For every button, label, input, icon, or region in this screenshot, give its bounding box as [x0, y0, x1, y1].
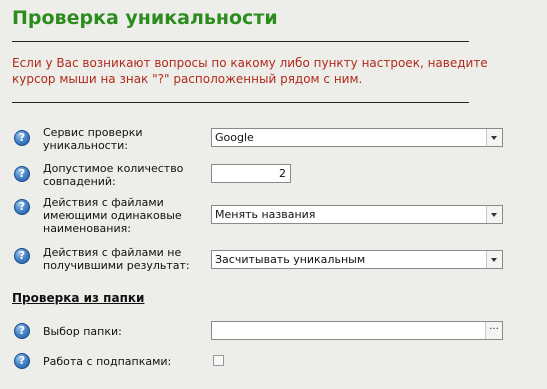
folder-section-heading: Проверка из папки	[12, 291, 145, 305]
same-names-value: Менять названия	[215, 208, 316, 221]
dropdown-arrow-icon[interactable]	[486, 129, 502, 146]
dropdown-arrow-icon[interactable]	[486, 251, 502, 268]
help-icon[interactable]: ?	[14, 248, 30, 264]
folder-label: Выбор папки:	[43, 325, 122, 338]
help-icon[interactable]: ?	[14, 166, 30, 182]
divider-top	[12, 41, 469, 42]
subfolders-checkbox[interactable]	[213, 355, 224, 366]
no-result-label: Действия с файлами не получившими резуль…	[43, 246, 190, 272]
same-names-label: Действия с файлами имеющими одинаковые н…	[43, 196, 182, 235]
divider-bottom	[12, 102, 469, 103]
dropdown-arrow-icon[interactable]	[486, 206, 502, 223]
same-names-select[interactable]: Менять названия	[211, 205, 503, 224]
help-icon[interactable]: ?	[14, 353, 30, 369]
service-select[interactable]: Google	[211, 128, 503, 147]
help-notice: Если у Вас возникают вопросы по какому л…	[12, 56, 488, 86]
help-icon[interactable]: ?	[14, 130, 30, 146]
service-value: Google	[215, 131, 254, 144]
matches-label: Допустимое количество совпадений:	[43, 162, 184, 188]
subfolders-label: Работа с подпапками:	[43, 355, 172, 368]
matches-input[interactable]: 2	[211, 164, 291, 183]
no-result-select[interactable]: Засчитывать уникальным	[211, 250, 503, 269]
help-icon[interactable]: ?	[14, 323, 30, 339]
page-title: Проверка уникальности	[12, 7, 278, 29]
help-icon[interactable]: ?	[14, 199, 30, 215]
no-result-value: Засчитывать уникальным	[215, 253, 366, 266]
browse-icon[interactable]: ···	[485, 322, 502, 339]
service-label: Сервис проверки уникальности:	[43, 126, 143, 152]
folder-input[interactable]: ···	[211, 321, 503, 340]
